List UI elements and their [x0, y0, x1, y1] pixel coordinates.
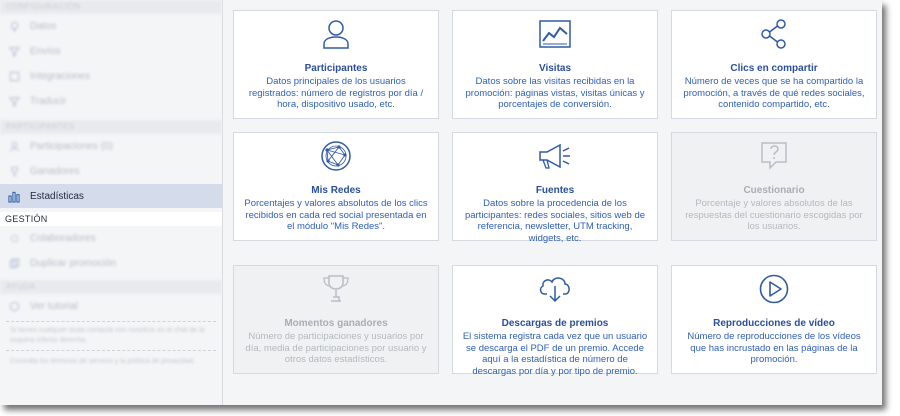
card-title: Momentos ganadores — [284, 318, 388, 329]
divider — [6, 321, 216, 322]
card-title: Clics en compartir — [730, 63, 818, 74]
sidebar-item-label: Integraciones — [30, 71, 91, 82]
sidebar-item-ganadores[interactable]: Ganadores — [0, 159, 222, 184]
network-globe-icon — [234, 139, 438, 173]
sidebar-item-label: Estadísticas — [30, 190, 84, 202]
card-title: Mis Redes — [311, 185, 361, 196]
card-title: Cuestionario — [743, 185, 805, 196]
card-description: Datos principales de los usuarios regist… — [248, 76, 424, 110]
question-bubble-icon — [672, 139, 876, 173]
trophy-icon — [8, 166, 20, 178]
sidebar-item-envios[interactable]: Envíos — [0, 39, 222, 64]
copy-icon — [8, 258, 20, 270]
sidebar-item-label: Ganadores — [30, 166, 80, 177]
card-reproducciones-video[interactable]: Reproducciones de vídeo Número de reprod… — [671, 265, 877, 374]
sidebar-item-label: Traducir — [30, 96, 67, 107]
sidebar-item-integraciones[interactable]: Integraciones — [0, 64, 222, 89]
card-fuentes[interactable]: Fuentes Datos sobre la procedencia de lo… — [452, 132, 658, 244]
puzzle-icon — [8, 71, 20, 83]
info-icon — [8, 301, 20, 313]
card-description: Número de participaciones y usuarios por… — [245, 331, 427, 365]
sidebar-item-label: Envíos — [30, 46, 61, 57]
sidebar-item-traducir[interactable]: Traducir — [0, 89, 222, 114]
card-cuestionario: Cuestionario Porcentaje y valores absolu… — [671, 132, 877, 241]
sidebar-item-estadisticas[interactable]: Estadísticas — [0, 184, 222, 208]
sidebar-item-datos[interactable]: Datos — [0, 14, 222, 39]
filter-icon — [8, 46, 20, 58]
stats-grid: Participantes Datos principales de los u… — [223, 0, 882, 405]
sidebar-item-label: Ver tutorial — [30, 301, 78, 312]
sidebar-item-participaciones[interactable]: Participaciones (0) — [0, 134, 222, 159]
card-momentos-ganadores: Momentos ganadores Número de participaci… — [233, 265, 439, 374]
card-visitas[interactable]: Visitas Datos sobre las visitas recibida… — [452, 10, 658, 119]
person-icon — [8, 141, 20, 153]
cloud-download-icon — [453, 272, 657, 306]
card-title: Descargas de premios — [501, 318, 609, 329]
gear-icon — [8, 233, 20, 245]
divider — [6, 350, 216, 351]
bar-chart-icon — [8, 190, 20, 203]
app-window: CONFIGURACIÓN Datos Envíos Integraciones… — [0, 0, 882, 405]
trophy-icon — [234, 272, 438, 306]
card-descargas-premios[interactable]: Descargas de premios El sistema registra… — [452, 265, 658, 377]
sidebar-item-label: Colaboradores — [30, 233, 96, 244]
user-icon — [234, 17, 438, 51]
sidebar-item-tutorial[interactable]: Ver tutorial — [0, 294, 222, 319]
sidebar-item-label: Duplicar promoción — [30, 258, 117, 269]
sidebar: CONFIGURACIÓN Datos Envíos Integraciones… — [0, 0, 223, 405]
card-description: Número de veces que se ha compartido la … — [683, 76, 865, 110]
card-description: Datos sobre la procedencia de los partic… — [464, 198, 646, 244]
card-description: El sistema registra cada vez que un usua… — [462, 331, 648, 377]
line-chart-icon — [453, 17, 657, 51]
sidebar-item-duplicar[interactable]: Duplicar promoción — [0, 251, 222, 276]
sidebar-item-colaboradores[interactable]: Colaboradores — [0, 226, 222, 251]
share-icon — [672, 17, 876, 51]
sidebar-item-label: Datos — [30, 21, 57, 32]
bulb-icon — [8, 21, 20, 33]
sidebar-section-ayuda: AYUDA — [0, 280, 222, 294]
filter-icon — [8, 96, 20, 108]
sidebar-section-gestion: GESTIÓN — [0, 212, 222, 226]
card-participantes[interactable]: Participantes Datos principales de los u… — [233, 10, 439, 119]
card-title: Reproducciones de vídeo — [713, 318, 835, 329]
card-description: Número de reproducciones de los vídeos q… — [687, 331, 861, 365]
card-description: Datos sobre las visitas recibidas en la … — [465, 76, 645, 110]
sidebar-section-config: CONFIGURACIÓN — [0, 0, 222, 14]
sidebar-item-label: Participaciones (0) — [30, 141, 113, 152]
card-title: Participantes — [304, 63, 368, 74]
play-circle-icon — [672, 272, 876, 306]
card-clics-compartir[interactable]: Clics en compartir Número de veces que s… — [671, 10, 877, 119]
card-mis-redes[interactable]: Mis Redes Porcentajes y valores absoluto… — [233, 132, 439, 241]
card-title: Fuentes — [535, 185, 575, 196]
sidebar-section-participantes: PARTICIPANTES — [0, 120, 222, 134]
card-description: Porcentajes y valores absolutos de los c… — [244, 198, 428, 232]
legal-note: Consulta los términos de servicio y la p… — [10, 358, 196, 365]
card-description: Porcentaje y valores absolutos de las re… — [685, 198, 863, 232]
help-note: Si tienes cualquier duda contacta con no… — [10, 327, 205, 344]
megaphone-icon — [453, 139, 657, 173]
card-title: Visitas — [538, 63, 572, 74]
